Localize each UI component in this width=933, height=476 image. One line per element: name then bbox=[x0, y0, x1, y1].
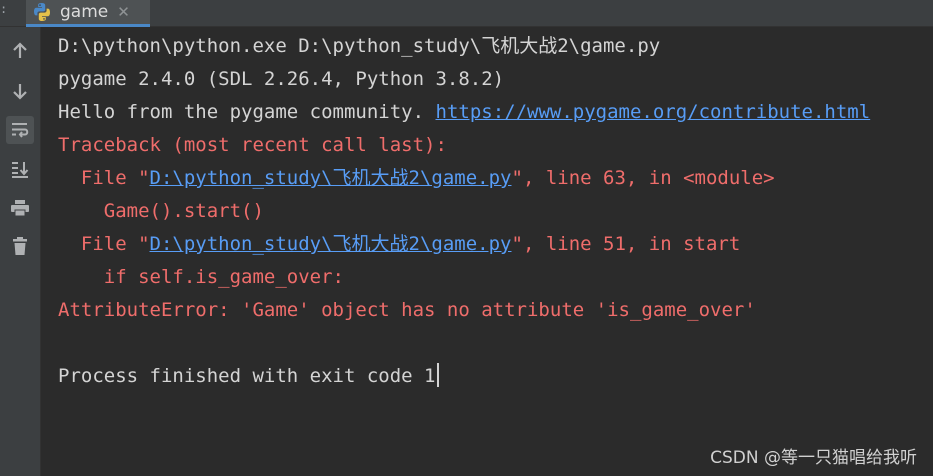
frame-1-prefix: File " bbox=[58, 167, 150, 189]
command-line: D:\python\python.exe D:\python_study\飞机大… bbox=[58, 35, 661, 57]
frame-2-code: if self.is_game_over: bbox=[58, 266, 344, 288]
error-message: AttributeError: 'Game' object has no att… bbox=[58, 299, 756, 321]
editor-tab-bar: : game ✕ bbox=[0, 0, 933, 27]
traceback-frame-1: File "D:\python_study\飞机大战2\game.py", li… bbox=[58, 163, 775, 193]
print-icon bbox=[11, 200, 29, 217]
run-console[interactable]: D:\python\python.exe D:\python_study\飞机大… bbox=[41, 27, 933, 476]
traceback-header: Traceback (most recent call last): bbox=[58, 134, 447, 156]
process-finished-text: Process finished with exit code 1 bbox=[58, 365, 436, 387]
close-icon[interactable]: ✕ bbox=[117, 3, 130, 21]
hello-text: Hello from the pygame community. bbox=[58, 101, 436, 123]
frame-1-suffix: ", line 63, in <module> bbox=[511, 167, 775, 189]
soft-wrap-button[interactable] bbox=[6, 116, 34, 144]
frame-2-suffix: ", line 51, in start bbox=[511, 233, 741, 255]
scroll-up-icon bbox=[13, 42, 27, 58]
text-caret bbox=[436, 363, 439, 387]
frame-1-code: Game().start() bbox=[58, 200, 264, 222]
clear-all-button[interactable] bbox=[6, 232, 34, 260]
tab-label: game bbox=[60, 2, 109, 22]
csdn-watermark: CSDN @等一只猫唱给我听 bbox=[710, 448, 917, 468]
frame-2-path-link[interactable]: D:\python_study\飞机大战2\game.py bbox=[150, 233, 512, 255]
soft-wrap-icon bbox=[12, 123, 29, 138]
tab-bar-edge: : bbox=[0, 2, 8, 16]
clear-all-icon bbox=[13, 237, 27, 255]
scroll-down-button[interactable] bbox=[6, 77, 34, 105]
print-button[interactable] bbox=[6, 194, 34, 222]
hello-line: Hello from the pygame community. https:/… bbox=[58, 97, 870, 127]
tab-game[interactable]: game ✕ bbox=[26, 0, 150, 27]
frame-2-prefix: File " bbox=[58, 233, 150, 255]
frame-1-path-link[interactable]: D:\python_study\飞机大战2\game.py bbox=[150, 167, 512, 189]
pygame-version-line: pygame 2.4.0 (SDL 2.26.4, Python 3.8.2) bbox=[58, 68, 505, 90]
process-finished-line: Process finished with exit code 1 bbox=[58, 361, 439, 391]
scroll-up-button[interactable] bbox=[6, 37, 34, 65]
scroll-to-end-button[interactable] bbox=[6, 155, 34, 183]
scroll-down-icon bbox=[13, 84, 27, 100]
scroll-to-end-icon bbox=[12, 162, 29, 178]
pygame-contribute-link[interactable]: https://www.pygame.org/contribute.html bbox=[436, 101, 871, 123]
console-toolbar bbox=[0, 27, 41, 476]
traceback-frame-2: File "D:\python_study\飞机大战2\game.py", li… bbox=[58, 229, 740, 259]
python-file-icon bbox=[34, 3, 50, 21]
